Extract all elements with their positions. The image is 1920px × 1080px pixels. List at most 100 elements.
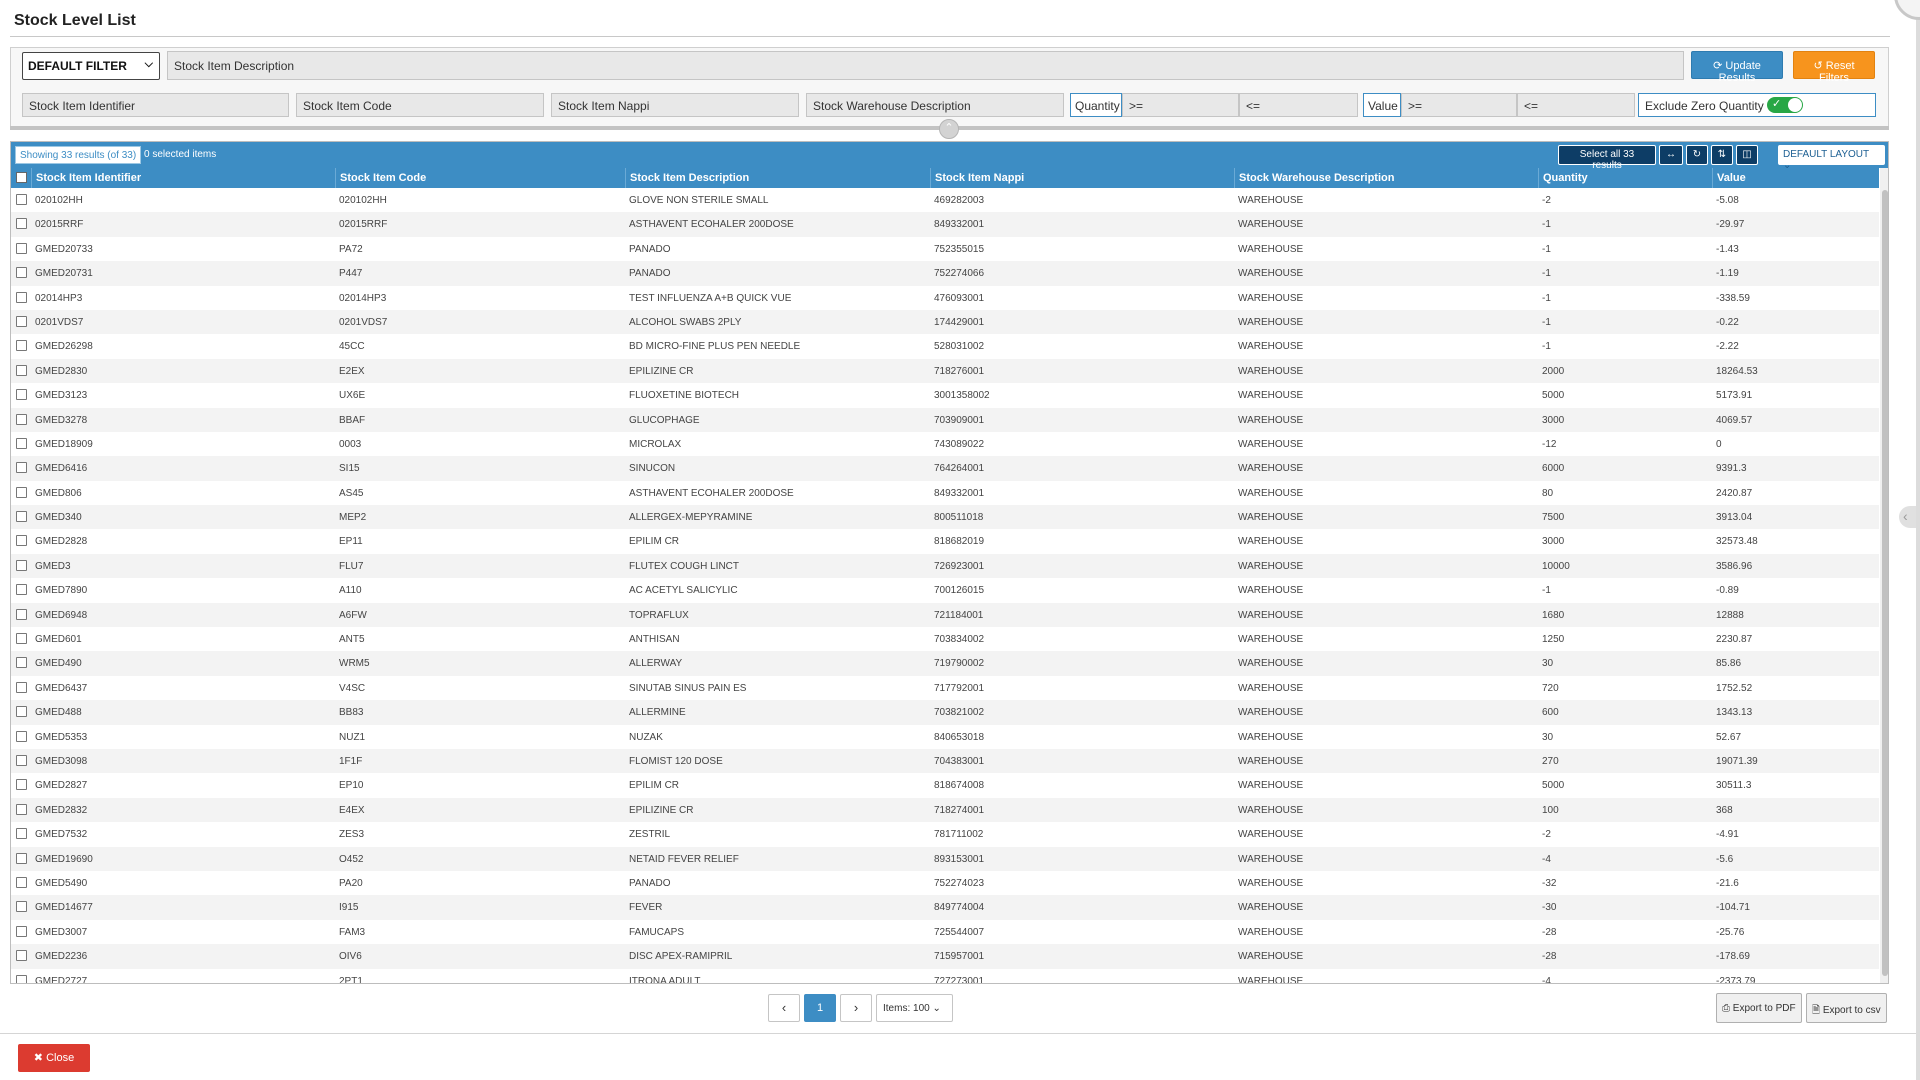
row-checkbox[interactable] bbox=[16, 340, 27, 352]
column-header-value[interactable]: Value bbox=[1712, 168, 1879, 188]
row-checkbox[interactable] bbox=[16, 389, 27, 401]
export-pdf-button[interactable]: ⎙ Export to PDF bbox=[1716, 993, 1802, 1023]
row-checkbox[interactable] bbox=[16, 876, 27, 888]
table-row[interactable]: 02015RRF 02015RRF ASTHAVENT ECOHALER 200DO… bbox=[11, 212, 1879, 237]
row-checkbox[interactable] bbox=[16, 584, 27, 596]
row-checkbox[interactable] bbox=[16, 194, 27, 205]
next-page-button[interactable]: › bbox=[840, 994, 872, 1022]
table-row[interactable]: GMED3278 BBAF GLUCOPHAGE 703909001 WAREHOUSE… bbox=[11, 407, 1879, 432]
identifier-filter-input[interactable]: Stock Item Identifier bbox=[22, 93, 289, 117]
row-checkbox[interactable] bbox=[16, 291, 27, 303]
row-checkbox[interactable] bbox=[16, 925, 27, 937]
table-row[interactable]: GMED3 FLU7 FLUTEX COUGH LINCT 726923001 WARE… bbox=[11, 553, 1879, 579]
reset-filters-button[interactable]: ↺ Reset Filters bbox=[1793, 51, 1875, 84]
row-checkbox[interactable] bbox=[16, 974, 27, 983]
table-row[interactable]: GMED806 AS45 ASTHAVENT ECOHALER 200DOSE 849… bbox=[11, 481, 1879, 505]
column-header-description[interactable]: Stock Item Description bbox=[625, 168, 930, 188]
grid-scrollbar-thumb[interactable] bbox=[1882, 190, 1888, 976]
table-row[interactable]: GMED19690 O452 NETAID FEVER RELIEF 89315300… bbox=[11, 846, 1879, 871]
page-1-button[interactable]: 1 bbox=[804, 994, 836, 1022]
description-filter-input[interactable]: Stock Item Description bbox=[167, 51, 1684, 80]
row-checkbox[interactable] bbox=[16, 242, 27, 254]
filter-preset-select[interactable]: DEFAULT FILTER ⌵ bbox=[22, 52, 160, 80]
table-row[interactable]: GMED18909 0003 MICROLAX 743089022 WAREHOUSE -… bbox=[11, 432, 1879, 456]
table-row[interactable]: GMED2827 EP10 EPILIM CR 818674008 WAREHOUSE 5… bbox=[11, 773, 1879, 797]
row-checkbox[interactable] bbox=[16, 828, 27, 840]
table-row[interactable]: GMED6416 SI15 SINUCON 764264001 WAREHOUSE 600… bbox=[11, 456, 1879, 481]
select-all-button[interactable]: Select all 33 results bbox=[1558, 145, 1656, 171]
fit-columns-button[interactable]: ↔ bbox=[1659, 145, 1683, 165]
table-row[interactable]: GMED7890 A110 AC ACETYL SALICYLIC 700126015… bbox=[11, 578, 1879, 602]
row-checkbox[interactable] bbox=[16, 706, 27, 718]
row-checkbox[interactable] bbox=[16, 559, 27, 571]
row-checkbox[interactable] bbox=[16, 901, 27, 913]
value-max-input[interactable]: <= bbox=[1517, 93, 1635, 117]
update-results-button[interactable]: ⟳ Update Results bbox=[1691, 51, 1783, 84]
export-csv-button[interactable]: 🗎 Export to csv bbox=[1806, 993, 1887, 1023]
table-row[interactable]: GMED3123 UX6E FLUOXETINE BIOTECH 3001358002… bbox=[11, 383, 1879, 407]
row-checkbox[interactable] bbox=[16, 437, 27, 449]
table-row[interactable]: GMED5490 PA20 PANADO 752274023 WAREHOUSE -32 -… bbox=[11, 871, 1879, 895]
layout-select[interactable]: DEFAULT LAYOUT ⌄ bbox=[1778, 145, 1885, 171]
code-filter-input[interactable]: Stock Item Code bbox=[296, 93, 544, 117]
table-row[interactable]: GMED6437 V4SC SINUTAB SINUS PAIN ES 7177920… bbox=[11, 676, 1879, 700]
grid-scrollbar[interactable] bbox=[1880, 168, 1888, 983]
table-row[interactable]: GMED2832 E4EX EPILIZINE CR 718274001 WAREHOU… bbox=[11, 797, 1879, 823]
select-all-checkbox[interactable] bbox=[16, 172, 27, 183]
row-checkbox[interactable] bbox=[16, 364, 27, 376]
sort-button[interactable]: ⇅ bbox=[1711, 145, 1733, 165]
column-header-identifier[interactable]: Stock Item Identifier bbox=[31, 168, 335, 188]
table-row[interactable]: GMED7532 ZES3 ZESTRIL 781711002 WAREHOUSE -2 -… bbox=[11, 822, 1879, 846]
column-header-quantity[interactable]: Quantity bbox=[1538, 168, 1712, 188]
row-checkbox[interactable] bbox=[16, 511, 27, 523]
row-checkbox[interactable] bbox=[16, 218, 27, 230]
table-row[interactable]: GMED20733 PA72 PANADO 752355015 WAREHOUSE -1 -… bbox=[11, 237, 1879, 261]
table-row[interactable]: 02014HP3 02014HP3 TEST INFLUENZA A+B QUICK… bbox=[11, 286, 1879, 310]
row-checkbox[interactable] bbox=[16, 779, 27, 791]
row-checkbox[interactable] bbox=[16, 486, 27, 498]
table-row[interactable]: GMED2236 OIV6 DISC APEX-RAMIPRIL 715957001 W… bbox=[11, 944, 1879, 969]
row-checkbox[interactable] bbox=[16, 462, 27, 474]
table-row[interactable]: 020102HH 020102HH GLOVE NON STERILE SMALL 4… bbox=[11, 188, 1879, 212]
row-checkbox[interactable] bbox=[16, 950, 27, 962]
table-row[interactable]: GMED5353 NUZ1 NUZAK 840653018 WAREHOUSE 30 52.… bbox=[11, 725, 1879, 749]
table-row[interactable]: GMED601 ANT5 ANTHISAN 703834002 WAREHOUSE 125… bbox=[11, 627, 1879, 651]
table-row[interactable]: GMED26298 45CC BD MICRO-FINE PLUS PEN NEED… bbox=[11, 334, 1879, 358]
row-checkbox[interactable] bbox=[16, 730, 27, 742]
previous-page-button[interactable]: ‹ bbox=[768, 994, 800, 1022]
table-row[interactable]: GMED3098 1F1F FLOMIST 120 DOSE 704383001 WAR… bbox=[11, 748, 1879, 774]
table-row[interactable]: GMED488 BB83 ALLERMINE 703821002 WAREHOUSE 60… bbox=[11, 700, 1879, 725]
row-checkbox[interactable] bbox=[16, 413, 27, 425]
table-row[interactable]: GMED6948 A6FW TOPRAFLUX 721184001 WAREHOUSE 1… bbox=[11, 602, 1879, 628]
collapse-filters-button[interactable]: ⌃ bbox=[939, 119, 959, 139]
row-checkbox[interactable] bbox=[16, 608, 27, 620]
quantity-max-input[interactable]: <= bbox=[1239, 93, 1358, 117]
columns-button[interactable]: ◫ bbox=[1736, 145, 1758, 165]
row-checkbox[interactable] bbox=[16, 633, 27, 645]
table-row[interactable]: GMED340 MEP2 ALLERGEX-MEPYRAMINE 800511018 W… bbox=[11, 505, 1879, 530]
table-row[interactable]: GMED2727 2PT1 ITRONA ADULT 727273001 WAREHOU… bbox=[11, 969, 1879, 983]
reset-grid-button[interactable]: ↻ bbox=[1686, 145, 1708, 165]
row-checkbox[interactable] bbox=[16, 535, 27, 547]
row-checkbox[interactable] bbox=[16, 267, 27, 279]
value-min-input[interactable]: >= bbox=[1401, 93, 1517, 117]
column-header-code[interactable]: Stock Item Code bbox=[335, 168, 625, 188]
table-row[interactable]: GMED2828 EP11 EPILIM CR 818682019 WAREHOUSE 3… bbox=[11, 529, 1879, 553]
table-row[interactable]: GMED20731 P447 PANADO 752274066 WAREHOUSE -1 -… bbox=[11, 261, 1879, 286]
table-row[interactable]: GMED3007 FAM3 FAMUCAPS 725544007 WAREHOUSE -2… bbox=[11, 920, 1879, 944]
row-checkbox[interactable] bbox=[16, 315, 27, 327]
warehouse-filter-input[interactable]: Stock Warehouse Description bbox=[806, 93, 1064, 117]
close-button[interactable]: ✖ Close bbox=[18, 1044, 90, 1072]
row-checkbox[interactable] bbox=[16, 681, 27, 693]
table-row[interactable]: GMED490 WRM5 ALLERWAY 719790002 WAREHOUSE 30 8… bbox=[11, 651, 1879, 676]
exclude-zero-toggle[interactable]: ✓ bbox=[1767, 97, 1803, 113]
row-checkbox[interactable] bbox=[16, 754, 27, 766]
quantity-min-input[interactable]: >= bbox=[1122, 93, 1239, 117]
table-row[interactable]: GMED2830 E2EX EPILIZINE CR 718276001 WAREHOU… bbox=[11, 358, 1879, 384]
column-header-warehouse[interactable]: Stock Warehouse Description bbox=[1234, 168, 1538, 188]
row-checkbox[interactable] bbox=[16, 852, 27, 864]
table-row[interactable]: GMED14677 I915 FEVER 849774004 WAREHOUSE -30 -… bbox=[11, 895, 1879, 920]
row-checkbox[interactable] bbox=[16, 657, 27, 669]
items-per-page-select[interactable]: Items: 100 ⌄ bbox=[876, 994, 953, 1022]
table-row[interactable]: 0201VDS7 0201VDS7 ALCOHOL SWABS 2PLY 174429… bbox=[11, 309, 1879, 335]
